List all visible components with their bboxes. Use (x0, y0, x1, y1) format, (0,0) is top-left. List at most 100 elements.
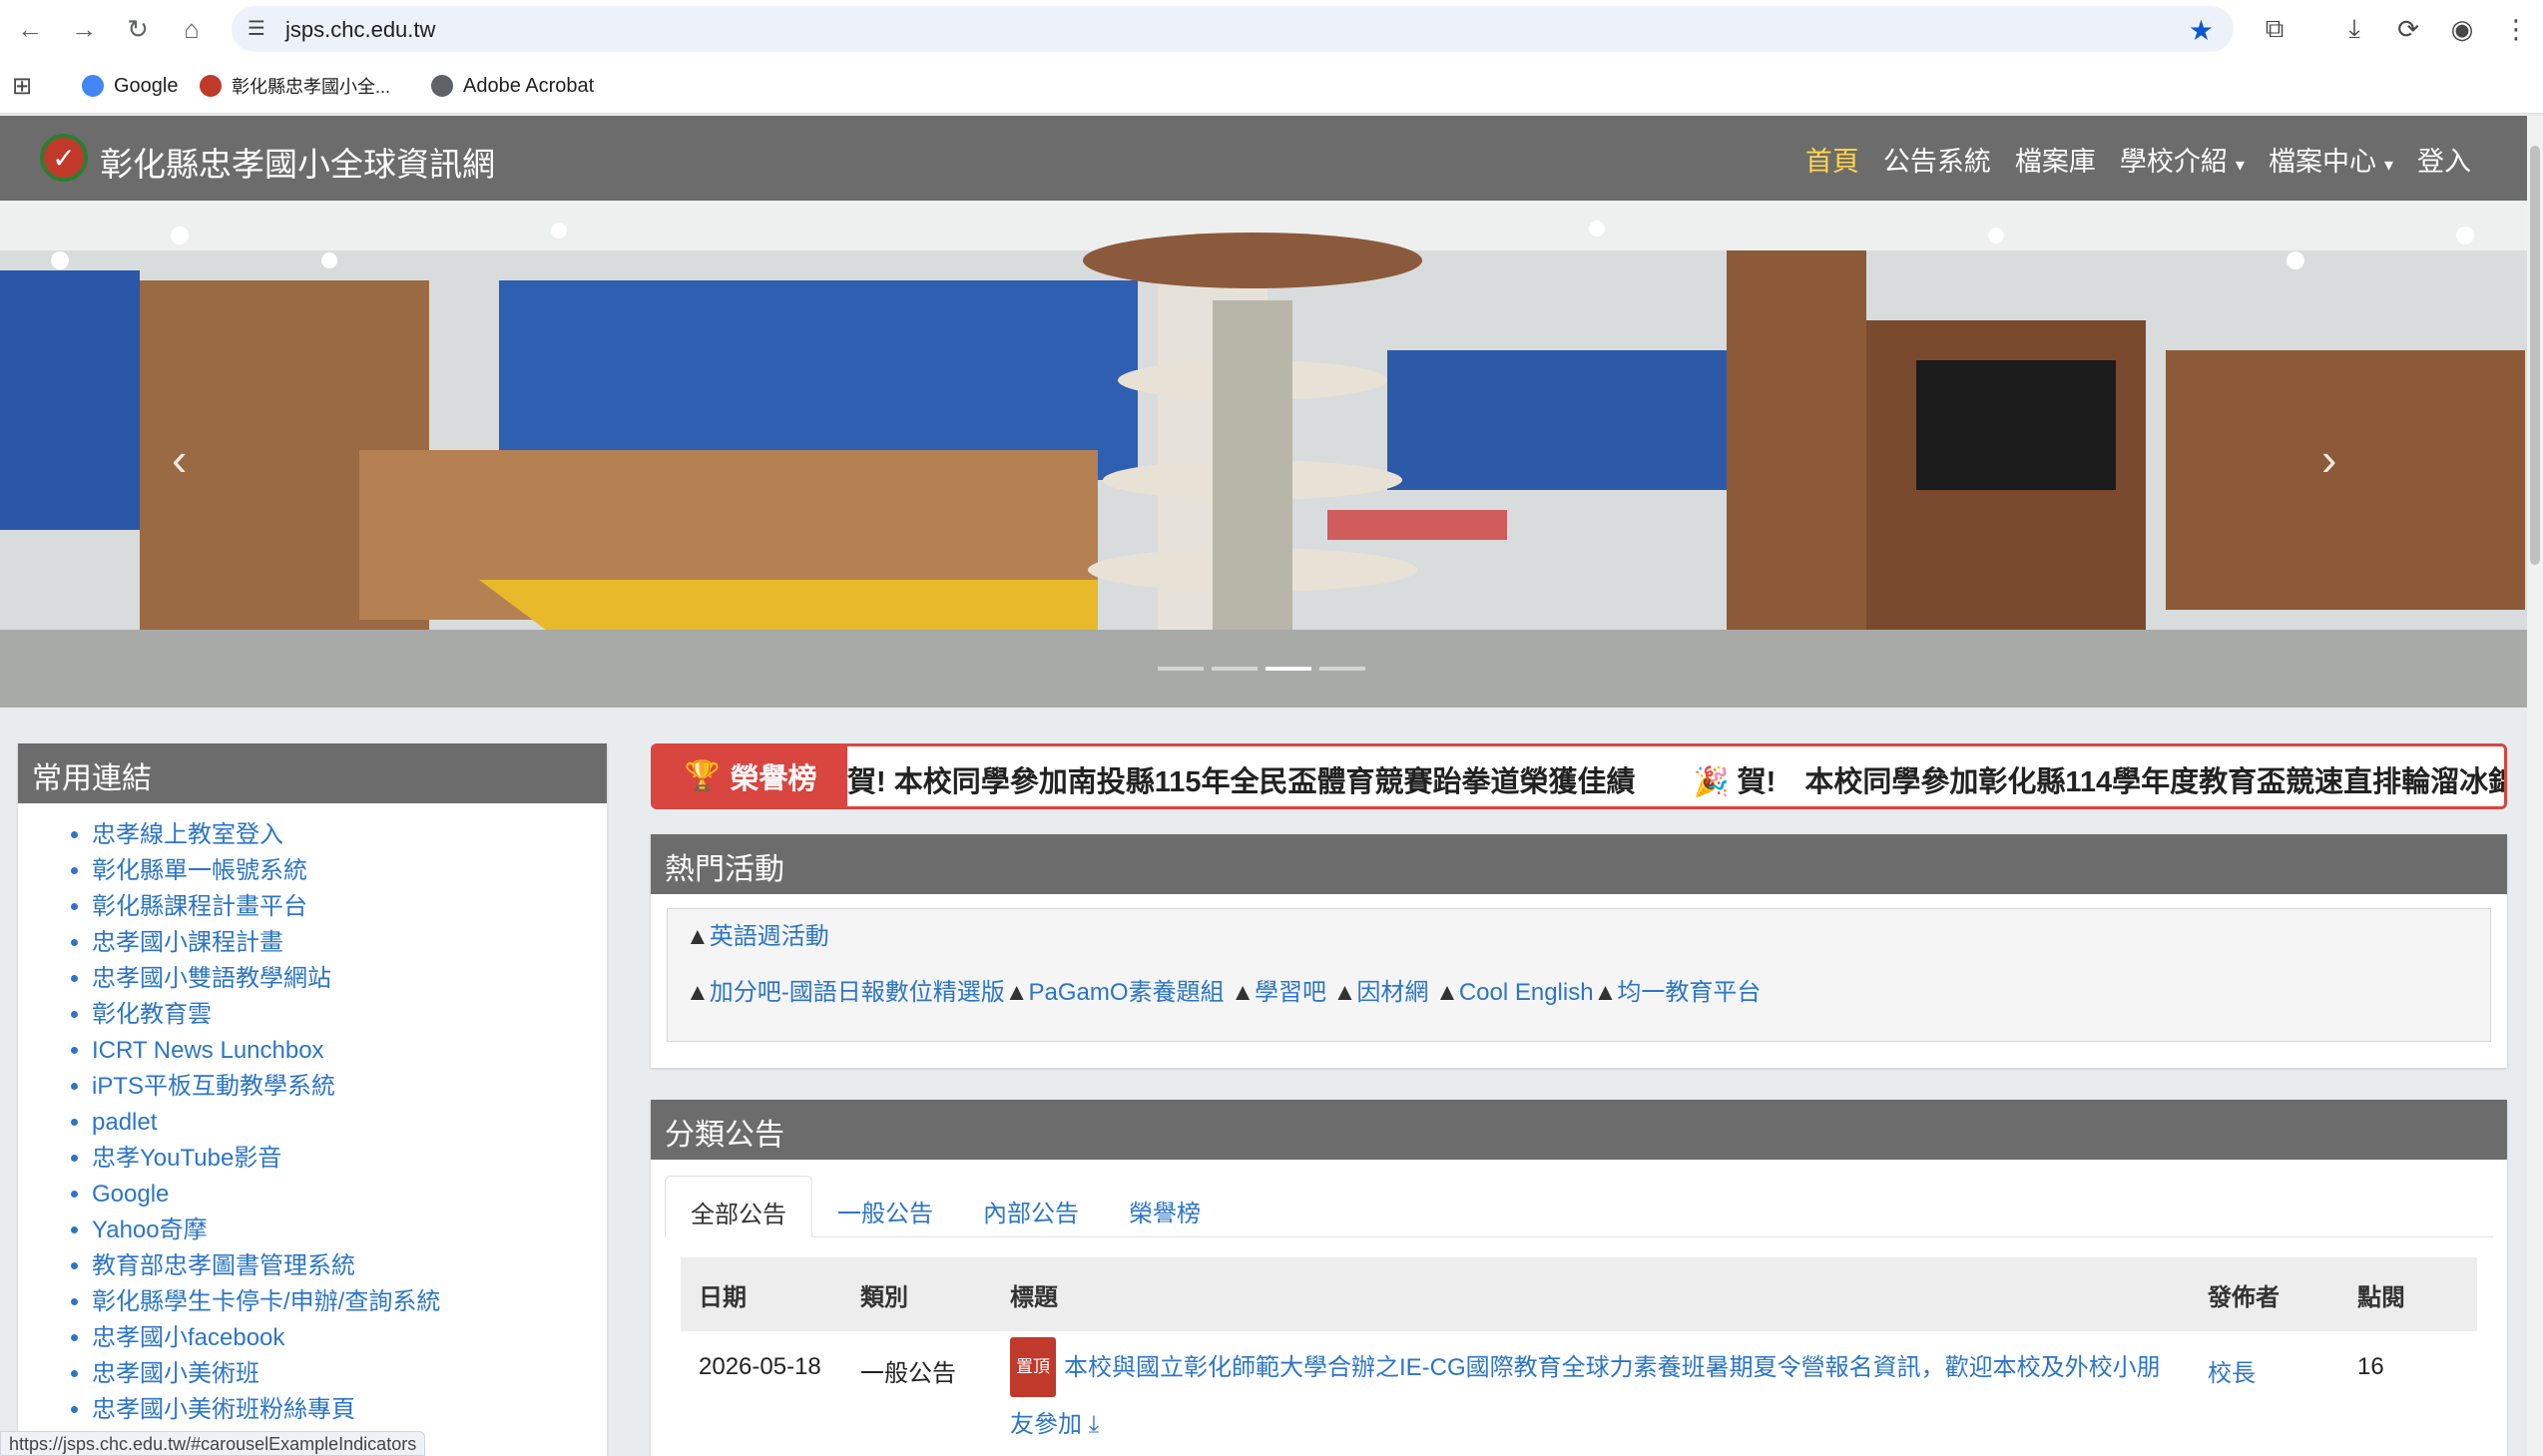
tab-all[interactable]: 全部公告 (665, 1176, 812, 1237)
announcement-table: 日期 類別 標題 發佈者 點閱 2026-05-18 一般公告 置頂 本校與國立彰… (681, 1257, 2477, 1453)
nav-school-intro[interactable]: 學校介紹 (2120, 140, 2245, 179)
home-icon[interactable]: ⌂ (174, 11, 210, 47)
tab-honor[interactable]: 榮譽榜 (1104, 1176, 1226, 1236)
hot-activities-body: ▲英語週活動 ▲加分吧-國語日報數位精選版▲PaGamO素養題組 ▲學習吧 ▲因… (667, 908, 2491, 1042)
col-hits[interactable]: 點閱 (2357, 1277, 2477, 1312)
bookmark-label: Adobe Acrobat (463, 74, 595, 97)
school-logo[interactable]: ✓ (40, 134, 88, 182)
nav-announcements[interactable]: 公告系統 (1883, 140, 1991, 179)
nav-file-library[interactable]: 檔案庫 (2015, 140, 2096, 179)
tab-internal[interactable]: 內部公告 (958, 1176, 1104, 1236)
scrollbar-thumb[interactable] (2530, 146, 2540, 565)
hot-link[interactable]: PaGamO素養題組 (1029, 979, 1225, 1006)
row-type: 一般公告 (860, 1360, 956, 1387)
hot-link[interactable]: 均一教育平台 (1617, 979, 1761, 1006)
link-item[interactable]: 忠孝國小facebook (92, 1320, 607, 1356)
link-item[interactable]: 教育部忠孝圖書管理系統 (92, 1248, 607, 1284)
school-logo-icon (200, 75, 222, 97)
ticker-badge: 🏆 榮譽榜 (654, 746, 847, 806)
bookmarks-bar: ⊞ Google 彰化縣忠孝國小全... Adobe Acrobat (0, 58, 2543, 114)
row-title-text-cont[interactable]: 友參加 (1010, 1411, 1082, 1438)
back-icon[interactable]: ← (12, 11, 48, 47)
hot-link[interactable]: 加分吧-國語日報數位精選版 (710, 979, 1005, 1006)
bookmark-label: 彰化縣忠孝國小全... (232, 77, 391, 97)
ticker-text[interactable]: 賀! 本校同學參加南投縣115年全民盃體育競賽跆拳道榮獲佳績 🎉 賀! 本校同學… (847, 758, 2504, 800)
carousel-next-icon[interactable]: › (2321, 432, 2336, 486)
link-item[interactable]: 忠孝國小美術班粉絲專頁 (92, 1392, 607, 1428)
url-text[interactable]: jsps.chc.edu.tw (285, 17, 435, 43)
bookmark-star-icon[interactable]: ★ (2189, 14, 2214, 47)
hot-link[interactable]: Cool English (1459, 979, 1594, 1006)
globe-icon (431, 75, 453, 97)
link-item[interactable]: 彰化縣單一帳號系統 (92, 853, 607, 889)
address-bar[interactable]: ☰ jsps.chc.edu.tw ★ (232, 6, 2234, 52)
library-photo (0, 201, 2527, 708)
hot-link[interactable]: 英語週活動 (710, 923, 829, 950)
ticker-badge-label: 榮譽榜 (730, 763, 817, 795)
row-title-text[interactable]: 本校與國立彰化師範大學合辦之IE-CG國際教育全球力素養班暑期夏令營報名資訊，歡… (1064, 1354, 2161, 1381)
hot-link[interactable]: 因材網 (1356, 979, 1428, 1006)
link-item[interactable]: Google (92, 1177, 607, 1213)
nav-home[interactable]: 首頁 (1805, 140, 1859, 179)
row-date: 2026-05-18 (699, 1353, 821, 1380)
menu-icon[interactable]: ⋮ (2499, 12, 2533, 46)
sync-icon[interactable]: ⟳ (2391, 12, 2425, 46)
col-title[interactable]: 標題 (1010, 1277, 2208, 1312)
link-item[interactable]: 忠孝YouTube影音 (92, 1141, 607, 1177)
link-item[interactable]: 忠孝國小美術班 (92, 1356, 607, 1392)
links-list: 忠孝線上教室登入 彰化縣單一帳號系統 彰化縣課程計畫平台 忠孝國小課程計畫 忠孝… (18, 803, 607, 1428)
download-icon[interactable]: ⤓ (2337, 12, 2371, 46)
google-icon (82, 75, 104, 97)
apps-icon[interactable]: ⊞ (12, 71, 32, 101)
hot-row: ▲加分吧-國語日報數位精選版▲PaGamO素養題組 ▲學習吧 ▲因材網 ▲Coo… (686, 979, 1762, 1006)
extensions-icon[interactable]: ⧉ (2258, 12, 2291, 46)
reload-icon[interactable]: ↻ (120, 11, 156, 47)
bookmark-school[interactable]: 彰化縣忠孝國小全... (200, 71, 390, 101)
link-item[interactable]: ICRT News Lunchbox (92, 1033, 607, 1069)
profile-icon[interactable]: ◉ (2445, 12, 2479, 46)
carousel-indicator[interactable] (1212, 667, 1258, 671)
carousel-indicator[interactable] (1319, 667, 1365, 671)
site-header: ✓ 彰化縣忠孝國小全球資訊網 首頁 公告系統 檔案庫 學校介紹 檔案中心 登入 (0, 116, 2527, 201)
bookmark-acrobat[interactable]: Adobe Acrobat (431, 71, 594, 101)
browser-toolbar: ← → ↻ ⌂ ☰ jsps.chc.edu.tw ★ ⧉ ⤓ ⟳ ◉ ⋮ (0, 0, 2543, 58)
col-date[interactable]: 日期 (681, 1277, 860, 1312)
hot-row: ▲英語週活動 (686, 923, 829, 950)
row-title[interactable]: 置頂 本校與國立彰化師範大學合辦之IE-CG國際教育全球力素養班暑期夏令營報名資訊… (1010, 1337, 2208, 1453)
site-info-icon[interactable]: ☰ (248, 16, 273, 42)
nav-file-center[interactable]: 檔案中心 (2269, 140, 2393, 179)
link-item[interactable]: 彰化教育雲 (92, 997, 607, 1033)
row-author[interactable]: 校長 (2208, 1353, 2357, 1453)
col-author[interactable]: 發佈者 (2208, 1277, 2357, 1312)
hot-link[interactable]: 學習吧 (1255, 979, 1326, 1006)
nav-login[interactable]: 登入 (2417, 140, 2471, 179)
col-type[interactable]: 類別 (860, 1277, 1010, 1312)
panel-title: 熱門活動 (651, 834, 2507, 894)
link-item[interactable]: 彰化縣課程計畫平台 (92, 889, 607, 925)
link-item[interactable]: 忠孝國小雙語教學網站 (92, 961, 607, 997)
site-title[interactable]: 彰化縣忠孝國小全球資訊網 (100, 138, 495, 186)
link-item[interactable]: 彰化縣學生卡停卡/申辦/查詢系統 (92, 1284, 607, 1320)
forward-icon[interactable]: → (66, 11, 102, 47)
carousel-indicator-active[interactable] (1266, 667, 1311, 671)
row-hits: 16 (2357, 1353, 2384, 1380)
link-item[interactable]: padlet (92, 1105, 607, 1141)
link-item[interactable]: Yahoo奇摩 (92, 1213, 607, 1248)
pinned-badge: 置頂 (1010, 1337, 1056, 1397)
link-item[interactable]: iPTS平板互動教學系統 (92, 1069, 607, 1105)
page-scrollbar[interactable] (2527, 116, 2543, 1456)
carousel-indicators (1158, 667, 1365, 671)
table-row: 2026-05-18 一般公告 置頂 本校與國立彰化師範大學合辦之IE-CG國際教… (681, 1331, 2477, 1453)
trophy-icon: 🏆 (684, 760, 721, 792)
hero-carousel: ‹ › (0, 201, 2527, 708)
table-header: 日期 類別 標題 發佈者 點閱 (681, 1257, 2477, 1331)
tab-general[interactable]: 一般公告 (812, 1176, 958, 1236)
bookmark-google[interactable]: Google (82, 71, 179, 101)
carousel-prev-icon[interactable]: ‹ (172, 432, 187, 486)
carousel-indicator[interactable] (1158, 667, 1204, 671)
announcements-panel: 分類公告 全部公告 一般公告 內部公告 榮譽榜 日期 類別 標題 發佈者 點閱 … (651, 1100, 2507, 1456)
link-item[interactable]: 忠孝國小課程計畫 (92, 925, 607, 961)
link-item[interactable]: 忠孝線上教室登入 (92, 817, 607, 853)
attachment-download-icon[interactable]: ⤓ (1089, 1411, 1100, 1438)
panel-title: 常用連結 (18, 743, 607, 803)
